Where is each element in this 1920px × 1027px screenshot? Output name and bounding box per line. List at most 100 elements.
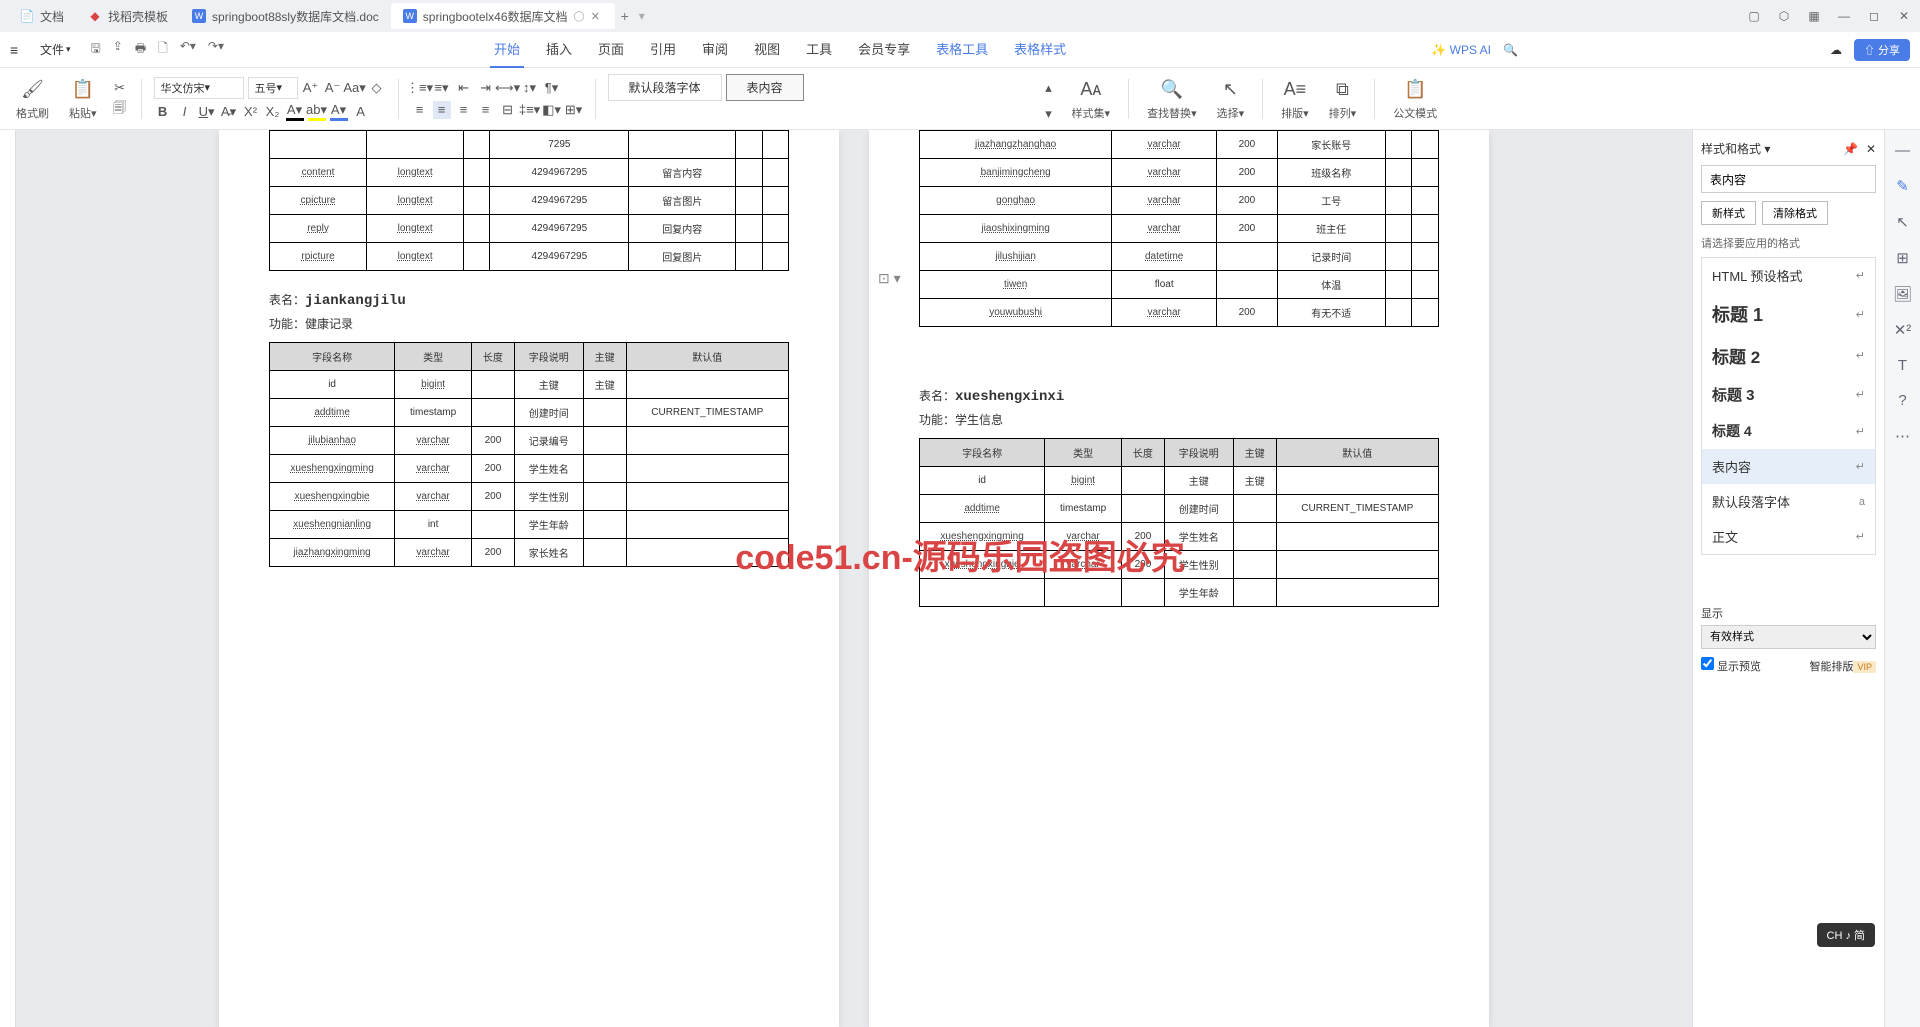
redo-icon[interactable]: ↷▾ (208, 39, 224, 60)
char-spacing-icon[interactable]: ⟷▾ (499, 79, 517, 97)
italic-icon[interactable]: I (176, 103, 194, 121)
style-item-h4[interactable]: 标题 4↵ (1702, 413, 1875, 449)
tab-start[interactable]: 开始 (490, 31, 524, 68)
indent-inc-icon[interactable]: ⇥ (477, 79, 495, 97)
bullets-icon[interactable]: ⋮≡▾ (411, 79, 429, 97)
table-handle-icon[interactable]: ⊡ ▾ (878, 270, 901, 287)
clear-format-button[interactable]: 清除格式 (1762, 201, 1828, 225)
style-item-body[interactable]: 正文↵ (1702, 519, 1875, 554)
select-icon[interactable]: ↖ (1217, 77, 1243, 103)
style-default[interactable]: 默认段落字体 (608, 74, 722, 101)
grow-font-icon[interactable]: A⁺ (302, 79, 320, 97)
size-select[interactable]: 五号 ▾ (248, 77, 298, 99)
style-item-html[interactable]: HTML 预设格式↵ (1702, 258, 1875, 293)
tab-doc2[interactable]: Wspringbootelx46数据库文档◯✕ (391, 3, 615, 29)
hamburger-icon[interactable]: ≡ (10, 42, 28, 58)
tab-insert[interactable]: 插入 (542, 31, 576, 68)
tab-review[interactable]: 审阅 (698, 31, 732, 68)
strike-icon[interactable]: A̵▾ (220, 103, 238, 121)
font-color-icon[interactable]: A▾ (286, 103, 304, 121)
new-tab[interactable]: + (615, 8, 635, 24)
style-item-default[interactable]: 默认段落字体a (1702, 484, 1875, 519)
distribute-icon[interactable]: ⊟ (499, 101, 517, 119)
tab-table-style[interactable]: 表格样式 (1010, 31, 1070, 68)
wps-ai[interactable]: ✨ WPS AI (1431, 43, 1491, 57)
new-style-button[interactable]: 新样式 (1701, 201, 1756, 225)
tools-icon[interactable]: ✕² (1894, 321, 1912, 339)
tab-template[interactable]: ◆找稻壳模板 (76, 3, 180, 29)
paste-icon[interactable]: 📋 (70, 77, 96, 103)
sub-icon[interactable]: X₂ (264, 103, 282, 121)
case-icon[interactable]: Aa▾ (346, 79, 364, 97)
close-panel-icon[interactable]: ✕ (1866, 142, 1876, 156)
cut-icon[interactable]: ✂ (111, 79, 129, 97)
scroll-down-icon[interactable]: ▾ (1040, 105, 1058, 123)
sort-icon[interactable]: ↕▾ (521, 79, 539, 97)
file-menu[interactable]: 文件▾ (34, 41, 77, 58)
style-item-h3[interactable]: 标题 3↵ (1702, 376, 1875, 413)
styleset-icon[interactable]: Aᴀ (1078, 77, 1104, 103)
copy-icon[interactable]: 🗐 (111, 101, 129, 119)
t-icon[interactable]: T (1898, 357, 1907, 374)
layout-icon[interactable]: ⊞ (1896, 249, 1909, 267)
numbering-icon[interactable]: ≡▾ (433, 79, 451, 97)
tab-table-tools[interactable]: 表格工具 (932, 31, 992, 68)
grid-icon[interactable]: ▦ (1806, 8, 1822, 24)
app-icon[interactable]: ▢ (1746, 8, 1762, 24)
tab-tools[interactable]: 工具 (802, 31, 836, 68)
pen-icon[interactable]: ✎ (1896, 177, 1909, 195)
arrange-icon[interactable]: ⧉ (1329, 77, 1355, 103)
close-icon[interactable]: ✕ (591, 10, 603, 23)
align-left-icon[interactable]: ≡ (411, 101, 429, 119)
borders-icon[interactable]: ⊞▾ (565, 101, 583, 119)
style-item-h1[interactable]: 标题 1↵ (1702, 293, 1875, 335)
search-icon[interactable]: 🔍 (1503, 43, 1518, 57)
clear-format-icon[interactable]: ◇ (368, 79, 386, 97)
brush-icon[interactable]: 🖌 (20, 77, 46, 103)
export-icon[interactable]: ⇪ (113, 39, 123, 60)
highlight-icon[interactable]: ab▾ (308, 103, 326, 121)
shrink-font-icon[interactable]: A⁻ (324, 79, 342, 97)
pin-icon[interactable]: 📌 (1843, 142, 1858, 156)
preview-checkbox[interactable]: 显示预览 (1701, 657, 1761, 674)
show-marks-icon[interactable]: ¶▾ (543, 79, 561, 97)
cursor-icon[interactable]: ↖ (1896, 213, 1909, 231)
tab-vip[interactable]: 会员专享 (854, 31, 914, 68)
style-content[interactable]: 表内容 (726, 74, 804, 101)
align-center-icon[interactable]: ≡ (433, 101, 451, 119)
smart-layout[interactable]: 智能排版VIP (1809, 658, 1876, 674)
find-icon[interactable]: 🔍 (1159, 77, 1185, 103)
align-right-icon[interactable]: ≡ (455, 101, 473, 119)
image-icon[interactable]: 🖼 (1893, 285, 1912, 303)
font-select[interactable]: 华文仿宋 ▾ (154, 77, 244, 99)
current-style-input[interactable] (1701, 165, 1876, 193)
cube-icon[interactable]: ⬡ (1776, 8, 1792, 24)
close-window-icon[interactable]: ✕ (1896, 8, 1912, 24)
scroll-up-icon[interactable]: ▴ (1040, 79, 1058, 97)
help-icon[interactable]: ? (1898, 392, 1906, 409)
cloud-icon[interactable]: ☁ (1830, 43, 1842, 57)
indent-dec-icon[interactable]: ⇤ (455, 79, 473, 97)
more-icon[interactable]: ⋯ (1895, 427, 1910, 445)
char-shade-icon[interactable]: A (352, 103, 370, 121)
show-select[interactable]: 有效样式 (1701, 625, 1876, 649)
maximize-icon[interactable]: ◻ (1866, 8, 1882, 24)
tab-view[interactable]: 视图 (750, 31, 784, 68)
underline-icon[interactable]: U▾ (198, 103, 216, 121)
preview-icon[interactable]: 🗋 (158, 39, 168, 60)
super-icon[interactable]: X² (242, 103, 260, 121)
style-item-h2[interactable]: 标题 2↵ (1702, 335, 1875, 376)
bold-icon[interactable]: B (154, 103, 172, 121)
undo-icon[interactable]: ↶▾ (180, 39, 196, 60)
shading-icon[interactable]: ◧▾ (543, 101, 561, 119)
font-color2-icon[interactable]: A▾ (330, 103, 348, 121)
print-icon[interactable]: 🖶 (135, 39, 146, 60)
tab-doc1[interactable]: Wspringboot88sly数据库文档.doc (180, 3, 391, 29)
justify-icon[interactable]: ≡ (477, 101, 495, 119)
tab-docs[interactable]: 📄文档 (8, 3, 76, 29)
line-spacing-icon[interactable]: ‡≡▾ (521, 101, 539, 119)
collapse-icon[interactable]: — (1895, 142, 1910, 159)
tab-page[interactable]: 页面 (594, 31, 628, 68)
minimize-icon[interactable]: — (1836, 8, 1852, 24)
section-icon[interactable]: A≡ (1282, 77, 1308, 103)
